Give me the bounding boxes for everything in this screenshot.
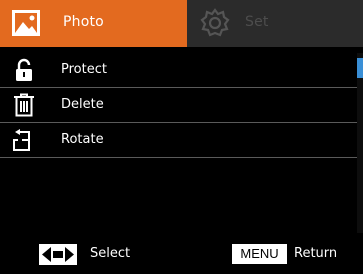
menu-item-label: Delete xyxy=(61,97,104,112)
menu-item-protect[interactable]: Protect xyxy=(0,53,357,88)
unlock-icon xyxy=(16,58,32,81)
rotate-icon xyxy=(13,129,30,151)
tab-bar: Photo Set xyxy=(0,0,363,47)
trash-icon xyxy=(14,93,34,117)
gear-icon xyxy=(200,8,230,37)
select-hint-label: Select xyxy=(90,246,131,261)
scrollbar[interactable] xyxy=(357,53,363,233)
tab-set[interactable]: Set xyxy=(187,0,363,47)
menu-item-rotate[interactable]: Rotate xyxy=(0,123,357,158)
tab-set-label: Set xyxy=(245,14,269,30)
menu-list: Protect Delete Rotate xyxy=(0,53,357,158)
return-hint-label: Return xyxy=(294,246,338,261)
left-right-arrows-icon xyxy=(39,244,77,265)
scroll-thumb[interactable] xyxy=(357,58,363,78)
menu-key-badge: MENU xyxy=(232,244,287,264)
menu-item-label: Protect xyxy=(61,62,107,77)
tab-photo-label: Photo xyxy=(63,14,104,30)
menu-item-label: Rotate xyxy=(61,132,104,147)
menu-item-delete[interactable]: Delete xyxy=(0,88,357,123)
tab-photo[interactable]: Photo xyxy=(0,0,187,47)
footer-hints: Select MENU Return xyxy=(0,234,363,274)
photo-icon xyxy=(12,10,40,36)
